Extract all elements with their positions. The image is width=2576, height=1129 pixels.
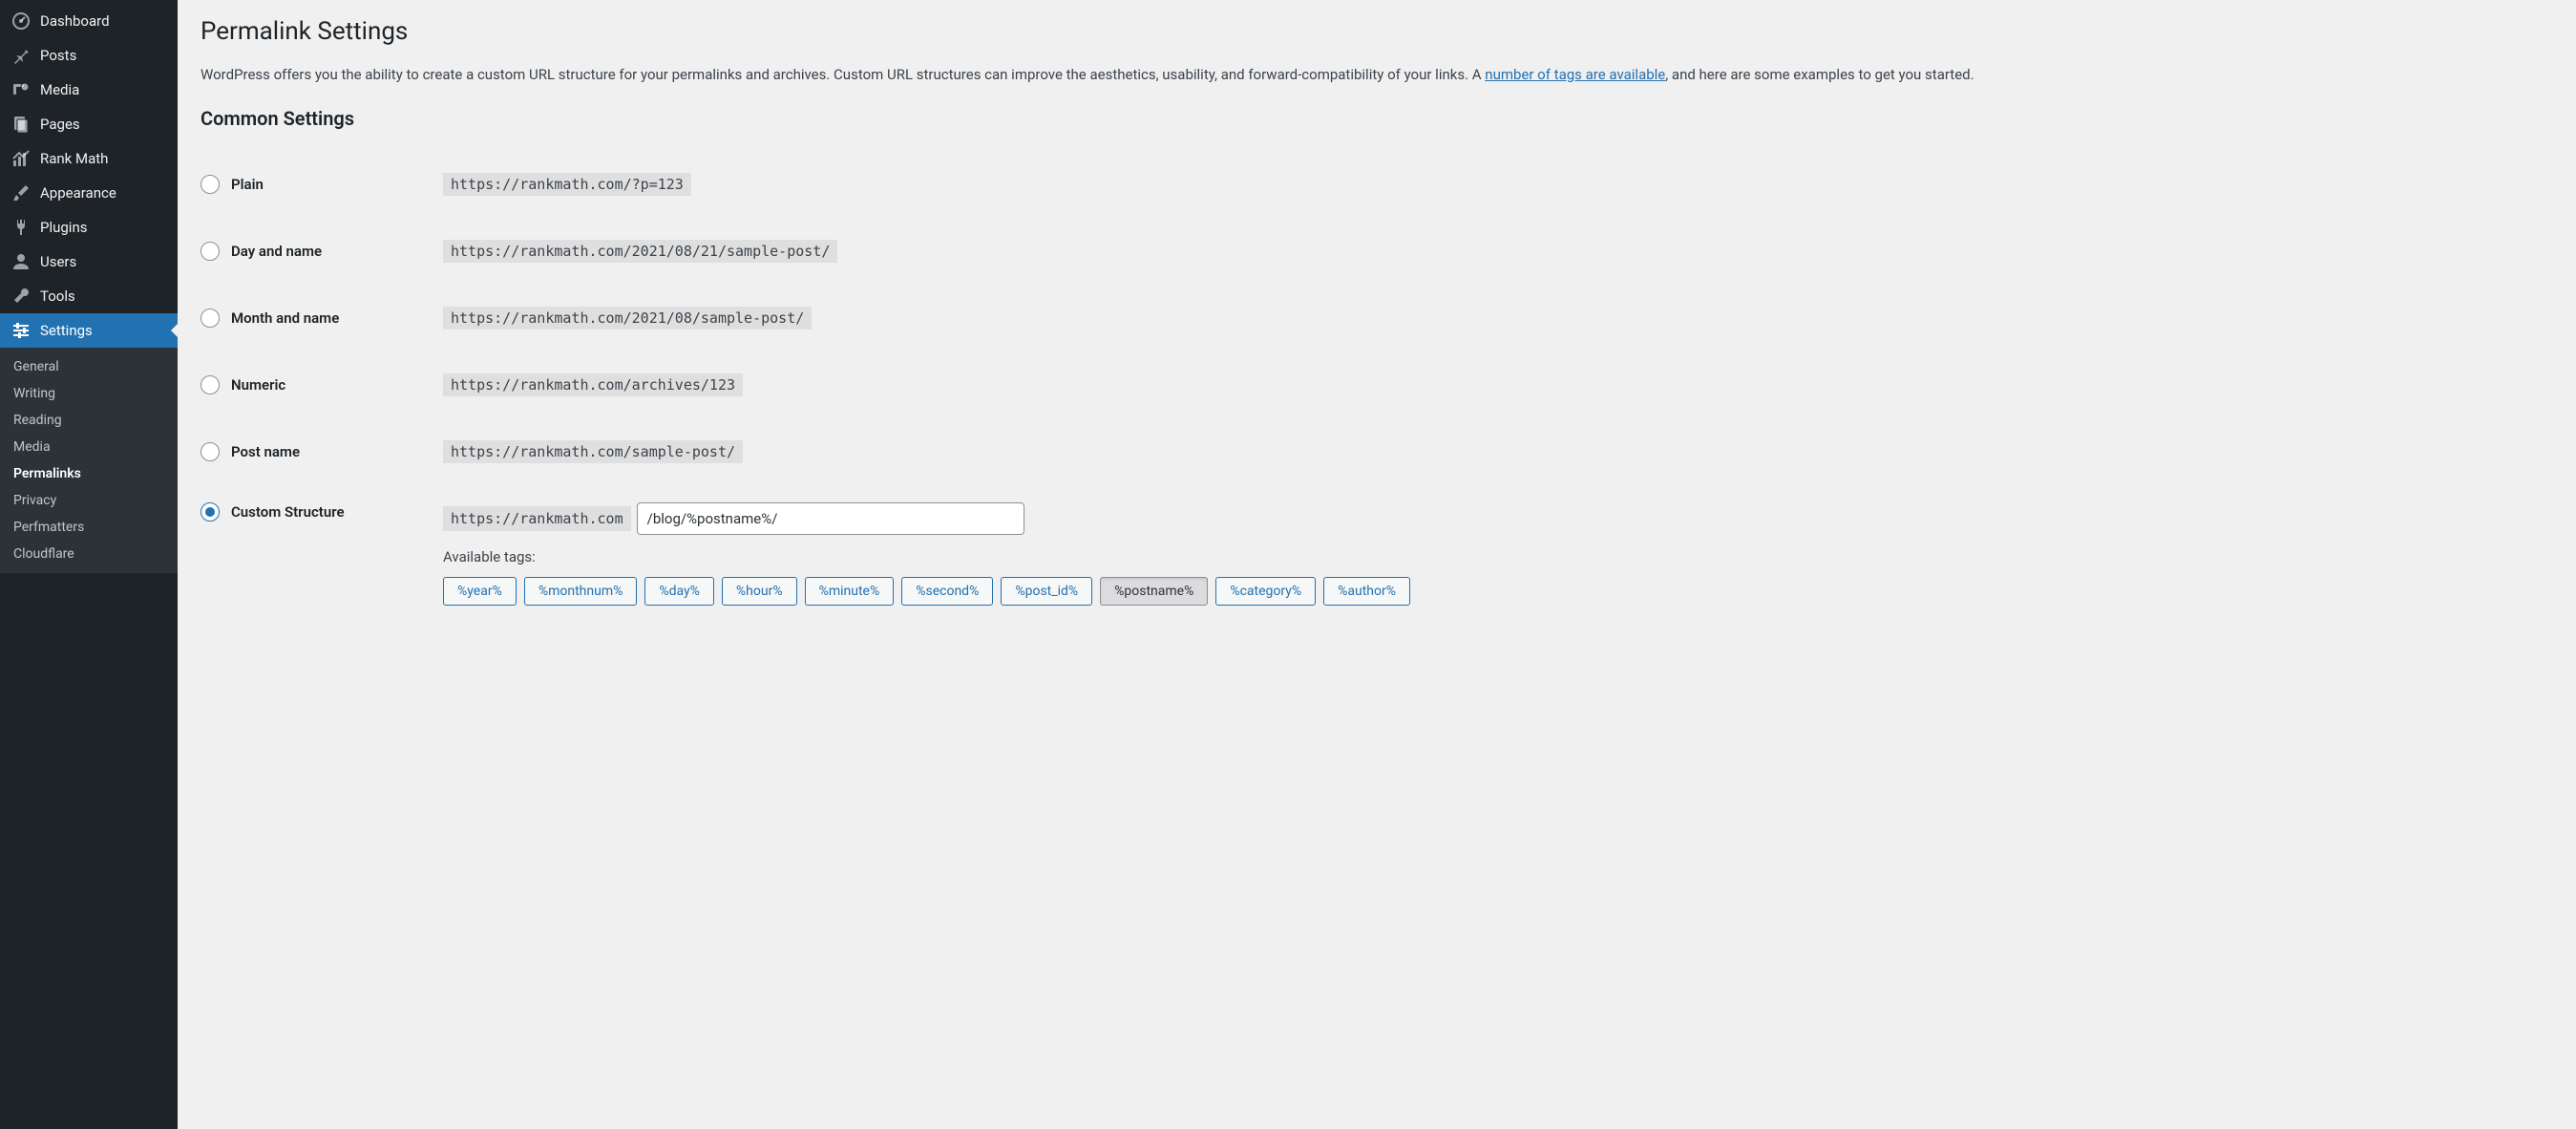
submenu-media[interactable]: Media — [0, 434, 178, 460]
radio-month-name[interactable] — [201, 309, 220, 328]
tag-author[interactable]: %author% — [1323, 577, 1410, 606]
sidebar-item-label: Dashboard — [40, 12, 110, 30]
example-post-name: https://rankmath.com/sample-post/ — [443, 440, 743, 463]
tag-minute[interactable]: %minute% — [805, 577, 895, 606]
tag-category[interactable]: %category% — [1215, 577, 1316, 606]
tag-year[interactable]: %year% — [443, 577, 517, 606]
radio-label-month-name[interactable]: Month and name — [231, 309, 339, 327]
custom-structure-input[interactable] — [637, 502, 1024, 535]
radio-label-numeric[interactable]: Numeric — [231, 376, 285, 394]
radio-plain[interactable] — [201, 175, 220, 194]
permalink-options: Plain https://rankmath.com/?p=123 Day an… — [201, 151, 2553, 623]
wrench-icon — [11, 287, 31, 306]
sidebar-item-pages[interactable]: Pages — [0, 107, 178, 141]
submenu-reading[interactable]: Reading — [0, 407, 178, 434]
sidebar-item-tools[interactable]: Tools — [0, 279, 178, 313]
sidebar-item-label: Users — [40, 253, 76, 270]
radio-label-custom[interactable]: Custom Structure — [231, 503, 345, 521]
sidebar-item-settings[interactable]: Settings — [0, 313, 178, 348]
tag-postname[interactable]: %postname% — [1100, 577, 1208, 606]
sidebar-item-rank-math[interactable]: Rank Math — [0, 141, 178, 176]
main-content: Permalink Settings WordPress offers you … — [178, 0, 2576, 1129]
plug-icon — [11, 218, 31, 237]
sidebar-item-label: Pages — [40, 116, 80, 133]
media-icon — [11, 80, 31, 99]
sidebar-item-users[interactable]: Users — [0, 245, 178, 279]
option-plain: Plain https://rankmath.com/?p=123 — [201, 151, 2553, 218]
settings-submenu: General Writing Reading Media Permalinks… — [0, 348, 178, 573]
radio-numeric[interactable] — [201, 375, 220, 394]
option-custom: Custom Structure https://rankmath.com Av… — [201, 485, 2553, 623]
submenu-general[interactable]: General — [0, 353, 178, 380]
common-settings-heading: Common Settings — [201, 107, 2553, 130]
pages-icon — [11, 115, 31, 134]
sidebar-item-media[interactable]: Media — [0, 73, 178, 107]
option-post-name: Post name https://rankmath.com/sample-po… — [201, 418, 2553, 485]
radio-post-name[interactable] — [201, 442, 220, 461]
tag-hour[interactable]: %hour% — [722, 577, 797, 606]
custom-prefix: https://rankmath.com — [443, 506, 631, 531]
example-plain: https://rankmath.com/?p=123 — [443, 173, 691, 196]
radio-label-plain[interactable]: Plain — [231, 176, 264, 193]
tags-available-link[interactable]: number of tags are available — [1485, 66, 1665, 83]
tag-post-id[interactable]: %post_id% — [1001, 577, 1092, 606]
sidebar-item-label: Media — [40, 81, 79, 98]
submenu-cloudflare[interactable]: Cloudflare — [0, 541, 178, 567]
submenu-perfmatters[interactable]: Perfmatters — [0, 514, 178, 541]
sidebar-item-appearance[interactable]: Appearance — [0, 176, 178, 210]
example-day-name: https://rankmath.com/2021/08/21/sample-p… — [443, 240, 837, 263]
submenu-privacy[interactable]: Privacy — [0, 487, 178, 514]
admin-sidebar: Dashboard Posts Media Pages Rank Math Ap… — [0, 0, 178, 1129]
radio-label-post-name[interactable]: Post name — [231, 443, 300, 460]
example-month-name: https://rankmath.com/2021/08/sample-post… — [443, 307, 812, 330]
gauge-icon — [11, 11, 31, 31]
tag-day[interactable]: %day% — [644, 577, 714, 606]
intro-part1: WordPress offers you the ability to crea… — [201, 66, 1485, 83]
brush-icon — [11, 183, 31, 202]
option-numeric: Numeric https://rankmath.com/archives/12… — [201, 351, 2553, 418]
submenu-writing[interactable]: Writing — [0, 380, 178, 407]
sliders-icon — [11, 321, 31, 340]
option-month-name: Month and name https://rankmath.com/2021… — [201, 285, 2553, 351]
radio-custom[interactable] — [201, 502, 220, 522]
page-title: Permalink Settings — [201, 17, 2553, 46]
sidebar-item-dashboard[interactable]: Dashboard — [0, 4, 178, 38]
radio-day-name[interactable] — [201, 242, 220, 261]
available-tags: %year% %monthnum% %day% %hour% %minute% … — [443, 577, 2553, 606]
radio-label-day-name[interactable]: Day and name — [231, 243, 322, 260]
sidebar-item-label: Appearance — [40, 184, 116, 202]
intro-part2: , and here are some examples to get you … — [1665, 66, 1974, 83]
sidebar-item-label: Posts — [40, 47, 76, 64]
sidebar-item-label: Rank Math — [40, 150, 108, 167]
chart-icon — [11, 149, 31, 168]
submenu-permalinks[interactable]: Permalinks — [0, 460, 178, 487]
sidebar-item-posts[interactable]: Posts — [0, 38, 178, 73]
available-tags-label: Available tags: — [443, 548, 2553, 565]
sidebar-item-label: Plugins — [40, 219, 87, 236]
tag-second[interactable]: %second% — [901, 577, 993, 606]
user-icon — [11, 252, 31, 271]
option-day-name: Day and name https://rankmath.com/2021/0… — [201, 218, 2553, 285]
example-numeric: https://rankmath.com/archives/123 — [443, 373, 743, 396]
tag-monthnum[interactable]: %monthnum% — [524, 577, 638, 606]
sidebar-item-label: Tools — [40, 288, 75, 305]
intro-text: WordPress offers you the ability to crea… — [201, 63, 2553, 86]
pin-icon — [11, 46, 31, 65]
sidebar-item-label: Settings — [40, 322, 93, 339]
sidebar-item-plugins[interactable]: Plugins — [0, 210, 178, 245]
